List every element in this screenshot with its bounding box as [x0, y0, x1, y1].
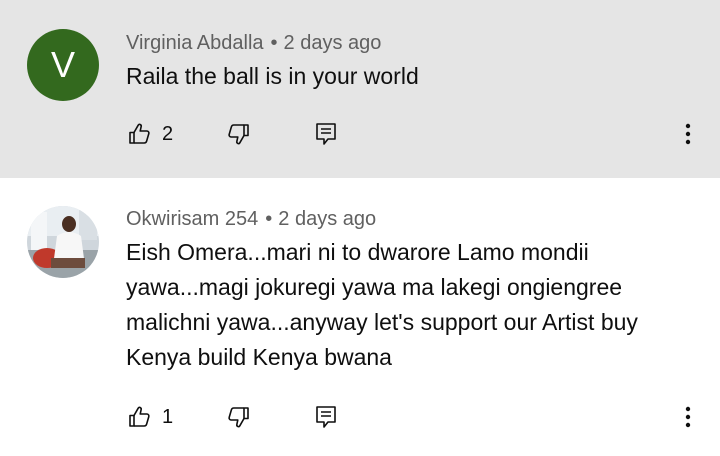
comment-text: Raila the ball is in your world [126, 63, 419, 89]
like-button[interactable]: 1 [128, 397, 173, 437]
meta-separator: • [265, 208, 273, 230]
thumbs-up-icon [128, 122, 152, 146]
comment-meta: Okwirisam 254 • 2 days ago [126, 208, 376, 231]
avatar[interactable]: V [27, 29, 99, 101]
comment-thread: Okwirisam 254 • 2 days ago Eish Omera...ma… [0, 178, 720, 456]
avatar[interactable] [27, 206, 99, 278]
comment-actions: 2 [0, 114, 720, 154]
more-options-button[interactable] [676, 114, 700, 154]
comment-meta: Virginia Abdalla • 2 days ago [126, 32, 381, 55]
comment-actions: 1 [0, 397, 720, 437]
comment-author[interactable]: Okwirisam 254 [126, 208, 258, 230]
thumbs-down-icon [226, 405, 250, 429]
like-count: 2 [162, 122, 174, 145]
thumbs-down-icon [226, 122, 250, 146]
more-options-button[interactable] [676, 397, 700, 437]
reply-button[interactable] [315, 114, 337, 154]
comment-time[interactable]: 2 days ago [284, 32, 382, 54]
dislike-button[interactable] [226, 397, 250, 437]
comment-thread: V Virginia Abdalla • 2 days ago Raila the … [0, 0, 720, 178]
more-vertical-icon [685, 122, 691, 146]
meta-separator: • [270, 32, 278, 54]
reply-button[interactable] [315, 397, 337, 437]
avatar-photo [27, 206, 99, 278]
comment-text: Eish Omera...mari ni to dwarore Lamo mon… [126, 239, 638, 370]
thumbs-up-icon [128, 405, 152, 429]
like-count: 1 [162, 405, 174, 428]
more-vertical-icon [685, 405, 691, 429]
reply-comment-icon [315, 405, 337, 429]
like-button[interactable]: 2 [128, 114, 173, 154]
comment-author[interactable]: Virginia Abdalla [126, 32, 264, 54]
avatar-letter: V [50, 44, 75, 85]
comment-time[interactable]: 2 days ago [278, 208, 376, 230]
dislike-button[interactable] [226, 114, 250, 154]
reply-comment-icon [315, 122, 337, 146]
